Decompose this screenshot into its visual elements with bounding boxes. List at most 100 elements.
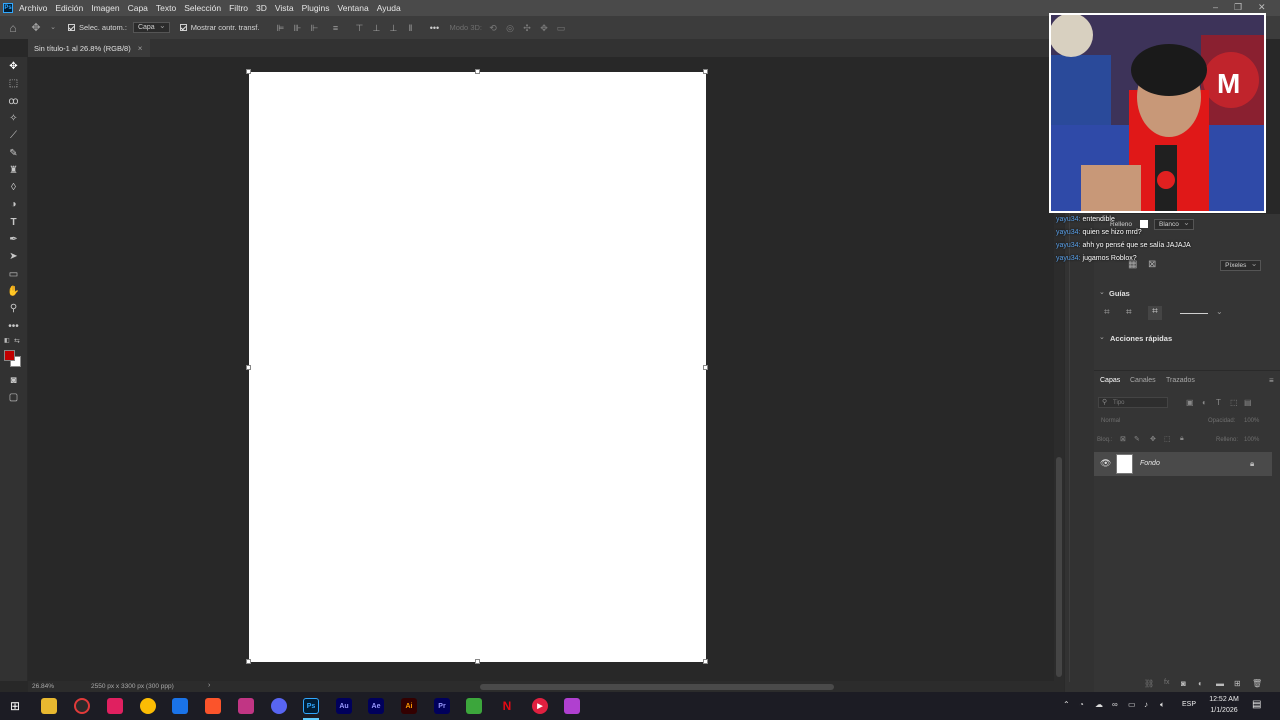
minecraft-icon[interactable] bbox=[466, 698, 482, 714]
layer-row[interactable]: 👁︎ Fondo 🔒︎ bbox=[1094, 452, 1272, 476]
guides-artboard-icon[interactable]: ⌗ bbox=[1126, 307, 1132, 318]
instagram-icon[interactable] bbox=[238, 698, 254, 714]
notifications-icon[interactable]: ▤ bbox=[1252, 699, 1261, 710]
menu-archivo[interactable]: Archivo bbox=[19, 3, 47, 13]
taskbar-photoshop-icon[interactable]: Ps bbox=[303, 698, 319, 714]
transform-handle[interactable] bbox=[703, 659, 708, 664]
chevron-right-icon[interactable]: › bbox=[208, 682, 210, 689]
obs-icon[interactable] bbox=[74, 698, 90, 714]
zoom-level[interactable]: 26.84% bbox=[32, 683, 54, 690]
more-options-icon[interactable]: ••• bbox=[429, 23, 439, 32]
eraser-tool-icon[interactable]: ◊ bbox=[7, 181, 20, 194]
podcast-app-icon[interactable] bbox=[564, 698, 580, 714]
discord-icon[interactable] bbox=[271, 698, 287, 714]
close-icon[interactable]: × bbox=[138, 44, 143, 53]
add-mask-icon[interactable]: ◙ bbox=[1181, 679, 1186, 688]
screen-mode-icon[interactable]: ▢ bbox=[7, 391, 20, 404]
menu-edicion[interactable]: Edición bbox=[55, 3, 83, 13]
file-explorer-icon[interactable] bbox=[41, 698, 57, 714]
creative-cloud-icon[interactable]: ∞ bbox=[1112, 700, 1118, 709]
menu-capa[interactable]: Capa bbox=[128, 3, 148, 13]
delete-layer-icon[interactable]: 🗑︎ bbox=[1252, 679, 1262, 688]
minimize-icon[interactable]: – bbox=[1213, 2, 1218, 12]
type-tool-icon[interactable]: T bbox=[7, 216, 20, 229]
windows-start-icon[interactable]: ⊞ bbox=[10, 699, 20, 713]
transform-handle[interactable] bbox=[475, 69, 480, 74]
tab-trazados[interactable]: Trazados bbox=[1166, 377, 1195, 384]
zoom-tool-icon[interactable]: ⚲ bbox=[7, 302, 20, 315]
tiktok-icon[interactable] bbox=[107, 698, 123, 714]
rectangle-tool-icon[interactable]: ▭ bbox=[7, 268, 20, 281]
transform-handle[interactable] bbox=[246, 659, 251, 664]
filter-pixel-icon[interactable]: ▣ bbox=[1186, 398, 1194, 407]
tab-canales[interactable]: Canales bbox=[1130, 377, 1156, 384]
scrollbar-thumb[interactable] bbox=[480, 684, 834, 690]
layer-search-input[interactable]: ⚲ Tipo bbox=[1098, 397, 1168, 408]
guides-layout-icon[interactable]: ⌗ bbox=[1148, 306, 1162, 320]
magic-wand-tool-icon[interactable]: ✧ bbox=[7, 112, 20, 125]
auto-select-dropdown[interactable]: Capa bbox=[132, 21, 170, 33]
opacity-value[interactable]: 100% bbox=[1244, 418, 1259, 424]
copilot-icon[interactable] bbox=[172, 698, 188, 714]
lock-artboard-icon[interactable]: ⬚ bbox=[1164, 435, 1171, 443]
checkbox-icon[interactable] bbox=[68, 24, 75, 31]
layer-name[interactable]: Fondo bbox=[1140, 460, 1160, 467]
swap-colors-icon[interactable]: ⇆ bbox=[14, 337, 20, 345]
brush-tool-icon[interactable]: ✎ bbox=[7, 147, 20, 160]
move-tool-icon[interactable]: ✥ bbox=[7, 60, 20, 73]
cloud-icon[interactable]: ☁ bbox=[1095, 700, 1103, 709]
illustrator-icon[interactable]: Ai bbox=[401, 698, 417, 714]
menu-texto[interactable]: Texto bbox=[156, 3, 176, 13]
chevron-down-icon[interactable]: ⌄ bbox=[1099, 333, 1105, 341]
chevron-down-icon[interactable]: ⌄ bbox=[48, 24, 58, 32]
quick-actions-section-title[interactable]: Acciones rápidas bbox=[1110, 334, 1172, 343]
transform-handle[interactable] bbox=[246, 365, 251, 370]
align-bottom-icon[interactable]: ⊥ bbox=[388, 23, 398, 32]
blend-mode-dropdown[interactable]: Normal bbox=[1101, 418, 1120, 424]
media-player-icon[interactable]: ▶ bbox=[532, 698, 548, 714]
show-transform-checkbox[interactable]: Mostrar contr. transf. bbox=[179, 23, 259, 32]
tray-app-icon[interactable]: ◔ bbox=[1079, 700, 1084, 709]
lock-paint-icon[interactable]: ✎ bbox=[1134, 435, 1140, 443]
lasso-tool-icon[interactable]: ꝏ bbox=[7, 95, 20, 108]
align-middle-icon[interactable]: ⊥ bbox=[371, 23, 381, 32]
chevron-down-icon[interactable]: ⌄ bbox=[1099, 288, 1105, 296]
lock-all-icon[interactable]: 🔒︎ bbox=[1180, 435, 1184, 443]
filter-shape-icon[interactable]: ⬚ bbox=[1230, 398, 1238, 407]
restore-icon[interactable]: ❐ bbox=[1234, 2, 1242, 13]
clock-date[interactable]: 1/1/2026 bbox=[1204, 707, 1244, 714]
quick-mask-icon[interactable]: ◙ bbox=[7, 374, 20, 387]
foreground-color-swatch[interactable] bbox=[4, 350, 15, 361]
distribute-vertical-icon[interactable]: ‖ bbox=[405, 23, 415, 32]
fill-color-swatch[interactable] bbox=[1140, 220, 1148, 228]
align-top-icon[interactable]: ⊤ bbox=[354, 23, 364, 32]
document-canvas[interactable] bbox=[249, 72, 706, 662]
adjustment-layer-icon[interactable]: ◐ bbox=[1198, 679, 1203, 688]
language-indicator[interactable]: ESP bbox=[1182, 701, 1196, 708]
eyedropper-tool-icon[interactable]: ⟋ bbox=[7, 129, 20, 142]
menu-vista[interactable]: Vista bbox=[275, 3, 294, 13]
scrollbar-thumb[interactable] bbox=[1056, 457, 1062, 677]
filter-adjustment-icon[interactable]: ◐ bbox=[1202, 398, 1207, 407]
eye-visibility-icon[interactable]: 👁︎ bbox=[1100, 458, 1111, 469]
fill-opacity-value[interactable]: 100% bbox=[1244, 437, 1259, 443]
chrome-icon[interactable] bbox=[140, 698, 156, 714]
units-dropdown[interactable]: Píxeles bbox=[1220, 260, 1262, 271]
auto-select-checkbox[interactable]: Selec. autom.: bbox=[68, 23, 127, 32]
align-left-icon[interactable]: ⊫ bbox=[275, 23, 285, 32]
guides-canvas-icon[interactable]: ⌗ bbox=[1104, 307, 1110, 318]
clone-stamp-tool-icon[interactable]: ♜ bbox=[7, 164, 20, 177]
filter-smart-object-icon[interactable]: ▤ bbox=[1244, 398, 1252, 407]
speaker-icon[interactable]: 🔈︎ bbox=[1160, 700, 1165, 710]
network-icon[interactable]: ▭ bbox=[1128, 700, 1136, 709]
path-select-tool-icon[interactable]: ➤ bbox=[7, 250, 20, 263]
panel-menu-icon[interactable]: ≡ bbox=[1269, 376, 1274, 385]
more-tools-icon[interactable]: ••• bbox=[7, 320, 20, 333]
chevron-up-icon[interactable]: ⌃ bbox=[1063, 700, 1070, 709]
premiere-icon[interactable]: Pr bbox=[434, 698, 450, 714]
checkbox-icon[interactable] bbox=[179, 24, 187, 31]
brave-icon[interactable] bbox=[205, 698, 221, 714]
fx-icon[interactable]: fx bbox=[1164, 679, 1169, 686]
close-icon[interactable]: ✕ bbox=[1258, 2, 1266, 13]
tab-capas[interactable]: Capas bbox=[1100, 377, 1120, 384]
